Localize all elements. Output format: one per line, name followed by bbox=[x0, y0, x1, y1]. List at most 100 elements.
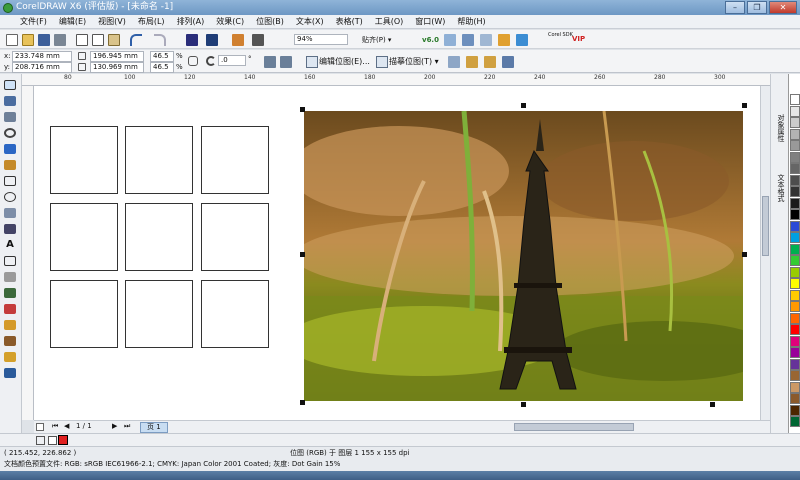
no-fill-swatch[interactable] bbox=[48, 436, 57, 445]
eyedropper-small-icon[interactable] bbox=[36, 436, 45, 445]
smart-fill-icon[interactable] bbox=[4, 160, 16, 170]
palette-swatch[interactable] bbox=[790, 416, 800, 427]
selection-handle[interactable] bbox=[742, 252, 747, 257]
close-button[interactable]: ✕ bbox=[769, 1, 797, 14]
grid-square[interactable] bbox=[201, 126, 269, 194]
palette-swatch[interactable] bbox=[790, 266, 800, 278]
scale-x-field[interactable]: 46.5 bbox=[150, 51, 174, 62]
menu-text[interactable]: 文本(X) bbox=[290, 15, 330, 29]
scale-y-field[interactable]: 46.5 bbox=[150, 62, 174, 73]
drawing-canvas[interactable] bbox=[34, 86, 770, 420]
eiffel-tower-photo[interactable] bbox=[304, 111, 743, 401]
align-icon[interactable] bbox=[480, 34, 492, 46]
copy-icon[interactable] bbox=[92, 34, 104, 46]
horizontal-scroll-thumb[interactable] bbox=[514, 423, 634, 431]
connector-tool-icon[interactable] bbox=[4, 288, 16, 298]
undo-icon[interactable] bbox=[130, 34, 142, 46]
menu-bitmaps[interactable]: 位图(B) bbox=[250, 15, 290, 29]
resample-icon[interactable] bbox=[466, 56, 478, 68]
height-field[interactable]: 130.969 mm bbox=[90, 62, 144, 73]
basic-shapes-icon[interactable] bbox=[4, 224, 16, 234]
palette-swatch[interactable] bbox=[790, 324, 800, 335]
palette-swatch[interactable] bbox=[790, 393, 800, 404]
interactive-blend-icon[interactable] bbox=[4, 304, 16, 314]
grid-square[interactable] bbox=[125, 280, 193, 348]
grid-square[interactable] bbox=[125, 203, 193, 271]
export-icon[interactable] bbox=[206, 34, 218, 46]
palette-swatch[interactable] bbox=[790, 105, 800, 117]
grid-square[interactable] bbox=[50, 203, 118, 271]
palette-swatch[interactable] bbox=[790, 140, 800, 151]
text-tool-icon[interactable]: A bbox=[4, 240, 16, 250]
palette-swatch[interactable] bbox=[790, 151, 800, 163]
grid-square[interactable] bbox=[50, 280, 118, 348]
paste-icon[interactable] bbox=[108, 34, 120, 46]
palette-swatch[interactable] bbox=[790, 404, 800, 416]
save-icon[interactable] bbox=[38, 34, 50, 46]
rectangle-tool-icon[interactable] bbox=[4, 176, 16, 186]
selection-handle[interactable] bbox=[300, 107, 305, 112]
palette-swatch[interactable] bbox=[790, 347, 800, 358]
width-field[interactable]: 196.945 mm bbox=[90, 51, 144, 62]
shape-tool-icon[interactable] bbox=[4, 96, 16, 106]
selection-handle[interactable] bbox=[742, 103, 747, 108]
minimize-button[interactable]: – bbox=[725, 1, 745, 14]
mirror-vertical-icon[interactable] bbox=[280, 56, 292, 68]
fill-tool-icon[interactable] bbox=[4, 352, 16, 362]
print-icon[interactable] bbox=[54, 34, 66, 46]
outline-pen-icon[interactable] bbox=[4, 336, 16, 346]
corel-sdk-button[interactable]: Corel SDK bbox=[548, 32, 573, 38]
menu-view[interactable]: 视图(V) bbox=[92, 15, 132, 29]
menu-window[interactable]: 窗口(W) bbox=[409, 15, 451, 29]
selection-handle[interactable] bbox=[710, 402, 715, 407]
polygon-tool-icon[interactable] bbox=[4, 208, 16, 218]
rotation-field[interactable]: .0 bbox=[218, 55, 246, 66]
add-page-icon[interactable] bbox=[36, 423, 44, 431]
ellipse-tool-icon[interactable] bbox=[4, 192, 16, 202]
welcome-screen-icon[interactable] bbox=[252, 34, 264, 46]
palette-swatch[interactable] bbox=[790, 197, 800, 209]
selection-handle[interactable] bbox=[521, 103, 526, 108]
trace-bitmap-button[interactable]: 描摹位图(T) ▾ bbox=[376, 54, 439, 69]
vertical-scroll-thumb[interactable] bbox=[762, 196, 769, 256]
zoom-level-select[interactable]: 94% bbox=[294, 34, 348, 45]
docker-tab-text-format[interactable]: 文本格式 bbox=[773, 174, 785, 202]
fill-color-swatch[interactable] bbox=[58, 435, 68, 445]
palette-swatch[interactable] bbox=[790, 335, 800, 347]
grid-square[interactable] bbox=[201, 280, 269, 348]
prev-page-icon[interactable]: ◀ bbox=[64, 422, 69, 430]
palette-swatch[interactable] bbox=[790, 381, 800, 393]
y-position-field[interactable]: 208.716 mm bbox=[12, 62, 72, 73]
open-folder-icon[interactable] bbox=[22, 34, 34, 46]
palette-swatch[interactable] bbox=[790, 312, 800, 324]
vip-badge[interactable]: VIP bbox=[572, 34, 585, 44]
palette-swatch[interactable] bbox=[790, 163, 800, 174]
wrap-text-icon[interactable] bbox=[502, 56, 514, 68]
cut-icon[interactable] bbox=[76, 34, 88, 46]
interactive-fill-icon[interactable] bbox=[4, 368, 16, 378]
palette-swatch[interactable] bbox=[790, 186, 800, 197]
grid-square[interactable] bbox=[50, 126, 118, 194]
crop-tool-icon[interactable] bbox=[4, 112, 16, 122]
page-tab[interactable]: 页 1 bbox=[140, 422, 168, 433]
palette-swatch[interactable] bbox=[790, 255, 800, 266]
bitmap-mask-icon[interactable] bbox=[484, 56, 496, 68]
palette-swatch[interactable] bbox=[790, 174, 800, 186]
palette-swatch[interactable] bbox=[790, 278, 800, 289]
zoom-tool-icon[interactable] bbox=[4, 128, 16, 138]
edit-bitmap-button[interactable]: 编辑位图(E)... bbox=[306, 54, 370, 69]
redo-icon[interactable] bbox=[154, 34, 166, 46]
menu-tools[interactable]: 工具(O) bbox=[369, 15, 410, 29]
palette-swatch[interactable] bbox=[790, 94, 800, 105]
menu-table[interactable]: 表格(T) bbox=[330, 15, 369, 29]
menu-file[interactable]: 文件(F) bbox=[14, 15, 53, 29]
snap-to-dropdown[interactable]: 贴齐(P) ▾ bbox=[362, 35, 391, 45]
version-badge[interactable]: v6.0 bbox=[422, 35, 439, 45]
crop-bitmap-icon[interactable] bbox=[448, 56, 460, 68]
menu-effects[interactable]: 效果(C) bbox=[210, 15, 250, 29]
selection-handle[interactable] bbox=[300, 252, 305, 257]
horizontal-ruler[interactable]: 80 100 120 140 160 180 200 220 240 260 2… bbox=[22, 74, 770, 86]
dimension-tool-icon[interactable] bbox=[4, 272, 16, 282]
menu-help[interactable]: 帮助(H) bbox=[451, 15, 491, 29]
grid-square[interactable] bbox=[125, 126, 193, 194]
